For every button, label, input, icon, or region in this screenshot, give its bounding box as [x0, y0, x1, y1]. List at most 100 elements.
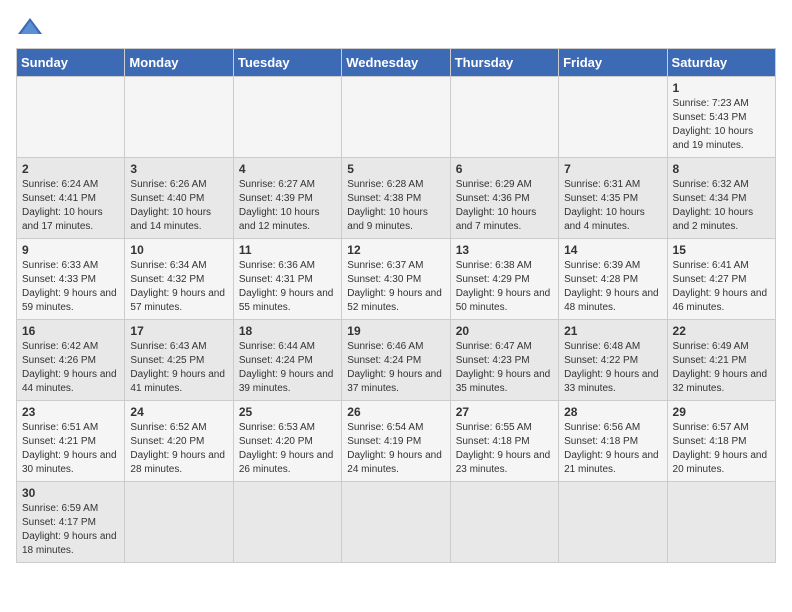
day-number: 12: [347, 243, 444, 257]
day-info: Sunrise: 6:59 AM Sunset: 4:17 PM Dayligh…: [22, 502, 119, 558]
day-info: Sunrise: 6:33 AM Sunset: 4:33 PM Dayligh…: [22, 259, 119, 315]
day-number: 4: [239, 162, 336, 176]
calendar-cell: [342, 77, 450, 158]
logo: [16, 16, 48, 38]
calendar-cell: 1 Sunrise: 7:23 AM Sunset: 5:43 PM Daylig…: [667, 77, 775, 158]
day-info: Sunrise: 6:29 AM Sunset: 4:36 PM Dayligh…: [456, 178, 553, 234]
calendar-cell: [17, 77, 125, 158]
day-number: 24: [130, 405, 227, 419]
day-info: Sunrise: 7:23 AM Sunset: 5:43 PM Dayligh…: [673, 97, 770, 153]
calendar-cell: [125, 482, 233, 563]
calendar-cell: [450, 482, 558, 563]
day-info: Sunrise: 6:39 AM Sunset: 4:28 PM Dayligh…: [564, 259, 661, 315]
calendar-cell: 19Sunrise: 6:46 AM Sunset: 4:24 PM Dayli…: [342, 320, 450, 401]
day-info: Sunrise: 6:36 AM Sunset: 4:31 PM Dayligh…: [239, 259, 336, 315]
day-number: 9: [22, 243, 119, 257]
weekday-header-wednesday: Wednesday: [342, 49, 450, 77]
calendar-cell: 14Sunrise: 6:39 AM Sunset: 4:28 PM Dayli…: [559, 239, 667, 320]
day-info: Sunrise: 6:42 AM Sunset: 4:26 PM Dayligh…: [22, 340, 119, 396]
page-header: [16, 16, 776, 38]
day-info: Sunrise: 6:24 AM Sunset: 4:41 PM Dayligh…: [22, 178, 119, 234]
weekday-header-tuesday: Tuesday: [233, 49, 341, 77]
calendar-cell: 25 Sunrise: 6:53 AM Sunset: 4:20 PM Dayli…: [233, 401, 341, 482]
day-number: 2: [22, 162, 119, 176]
day-info: Sunrise: 6:49 AM Sunset: 4:21 PM Dayligh…: [673, 340, 770, 396]
day-info: Sunrise: 6:56 AM Sunset: 4:18 PM Dayligh…: [564, 421, 661, 477]
day-number: 7: [564, 162, 661, 176]
day-info: Sunrise: 6:52 AM Sunset: 4:20 PM Dayligh…: [130, 421, 227, 477]
calendar-cell: 23Sunrise: 6:51 AM Sunset: 4:21 PM Dayli…: [17, 401, 125, 482]
day-info: Sunrise: 6:53 AM Sunset: 4:20 PM Dayligh…: [239, 421, 336, 477]
day-number: 19: [347, 324, 444, 338]
day-number: 10: [130, 243, 227, 257]
day-number: 27: [456, 405, 553, 419]
calendar-cell: [667, 482, 775, 563]
calendar-cell: 7 Sunrise: 6:31 AM Sunset: 4:35 PM Daylig…: [559, 158, 667, 239]
day-info: Sunrise: 6:31 AM Sunset: 4:35 PM Dayligh…: [564, 178, 661, 234]
day-number: 20: [456, 324, 553, 338]
calendar-cell: [342, 482, 450, 563]
day-info: Sunrise: 6:37 AM Sunset: 4:30 PM Dayligh…: [347, 259, 444, 315]
weekday-header-friday: Friday: [559, 49, 667, 77]
day-number: 5: [347, 162, 444, 176]
day-number: 13: [456, 243, 553, 257]
calendar-cell: 16Sunrise: 6:42 AM Sunset: 4:26 PM Dayli…: [17, 320, 125, 401]
calendar-cell: [559, 77, 667, 158]
calendar-cell: [559, 482, 667, 563]
day-info: Sunrise: 6:48 AM Sunset: 4:22 PM Dayligh…: [564, 340, 661, 396]
day-info: Sunrise: 6:47 AM Sunset: 4:23 PM Dayligh…: [456, 340, 553, 396]
calendar-cell: 22 Sunrise: 6:49 AM Sunset: 4:21 PM Dayli…: [667, 320, 775, 401]
day-number: 8: [673, 162, 770, 176]
day-info: Sunrise: 6:27 AM Sunset: 4:39 PM Dayligh…: [239, 178, 336, 234]
day-number: 29: [673, 405, 770, 419]
calendar-week-row: 2 Sunrise: 6:24 AM Sunset: 4:41 PM Daylig…: [17, 158, 776, 239]
calendar-cell: 8 Sunrise: 6:32 AM Sunset: 4:34 PM Daylig…: [667, 158, 775, 239]
calendar-cell: 15 Sunrise: 6:41 AM Sunset: 4:27 PM Dayli…: [667, 239, 775, 320]
calendar-cell: 26Sunrise: 6:54 AM Sunset: 4:19 PM Dayli…: [342, 401, 450, 482]
calendar-cell: [125, 77, 233, 158]
calendar-cell: 10Sunrise: 6:34 AM Sunset: 4:32 PM Dayli…: [125, 239, 233, 320]
calendar-cell: 2 Sunrise: 6:24 AM Sunset: 4:41 PM Daylig…: [17, 158, 125, 239]
calendar-cell: [450, 77, 558, 158]
day-info: Sunrise: 6:44 AM Sunset: 4:24 PM Dayligh…: [239, 340, 336, 396]
day-info: Sunrise: 6:26 AM Sunset: 4:40 PM Dayligh…: [130, 178, 227, 234]
day-number: 15: [673, 243, 770, 257]
day-number: 21: [564, 324, 661, 338]
calendar-cell: 11 Sunrise: 6:36 AM Sunset: 4:31 PM Dayli…: [233, 239, 341, 320]
day-info: Sunrise: 6:55 AM Sunset: 4:18 PM Dayligh…: [456, 421, 553, 477]
day-number: 18: [239, 324, 336, 338]
calendar-cell: 9 Sunrise: 6:33 AM Sunset: 4:33 PM Daylig…: [17, 239, 125, 320]
calendar-cell: 13Sunrise: 6:38 AM Sunset: 4:29 PM Dayli…: [450, 239, 558, 320]
calendar-week-row: 1 Sunrise: 7:23 AM Sunset: 5:43 PM Daylig…: [17, 77, 776, 158]
calendar-cell: 12 Sunrise: 6:37 AM Sunset: 4:30 PM Dayli…: [342, 239, 450, 320]
calendar-week-row: 30 Sunrise: 6:59 AM Sunset: 4:17 PM Dayli…: [17, 482, 776, 563]
day-number: 25: [239, 405, 336, 419]
calendar-cell: 18 Sunrise: 6:44 AM Sunset: 4:24 PM Dayli…: [233, 320, 341, 401]
weekday-header-saturday: Saturday: [667, 49, 775, 77]
day-info: Sunrise: 6:28 AM Sunset: 4:38 PM Dayligh…: [347, 178, 444, 234]
day-info: Sunrise: 6:43 AM Sunset: 4:25 PM Dayligh…: [130, 340, 227, 396]
calendar-table: SundayMondayTuesdayWednesdayThursdayFrid…: [16, 48, 776, 563]
weekday-header-sunday: Sunday: [17, 49, 125, 77]
calendar-cell: 5 Sunrise: 6:28 AM Sunset: 4:38 PM Daylig…: [342, 158, 450, 239]
day-number: 1: [673, 81, 770, 95]
day-info: Sunrise: 6:57 AM Sunset: 4:18 PM Dayligh…: [673, 421, 770, 477]
calendar-cell: 24 Sunrise: 6:52 AM Sunset: 4:20 PM Dayli…: [125, 401, 233, 482]
calendar-cell: 28 Sunrise: 6:56 AM Sunset: 4:18 PM Dayli…: [559, 401, 667, 482]
generalblue-logo-icon: [16, 16, 44, 38]
day-number: 6: [456, 162, 553, 176]
day-number: 28: [564, 405, 661, 419]
calendar-header-row: SundayMondayTuesdayWednesdayThursdayFrid…: [17, 49, 776, 77]
calendar-cell: 17Sunrise: 6:43 AM Sunset: 4:25 PM Dayli…: [125, 320, 233, 401]
day-number: 11: [239, 243, 336, 257]
calendar-cell: 3Sunrise: 6:26 AM Sunset: 4:40 PM Daylig…: [125, 158, 233, 239]
day-info: Sunrise: 6:32 AM Sunset: 4:34 PM Dayligh…: [673, 178, 770, 234]
day-info: Sunrise: 6:41 AM Sunset: 4:27 PM Dayligh…: [673, 259, 770, 315]
day-number: 30: [22, 486, 119, 500]
weekday-header-thursday: Thursday: [450, 49, 558, 77]
calendar-cell: [233, 482, 341, 563]
calendar-week-row: 9 Sunrise: 6:33 AM Sunset: 4:33 PM Daylig…: [17, 239, 776, 320]
day-number: 22: [673, 324, 770, 338]
day-info: Sunrise: 6:51 AM Sunset: 4:21 PM Dayligh…: [22, 421, 119, 477]
weekday-header-monday: Monday: [125, 49, 233, 77]
